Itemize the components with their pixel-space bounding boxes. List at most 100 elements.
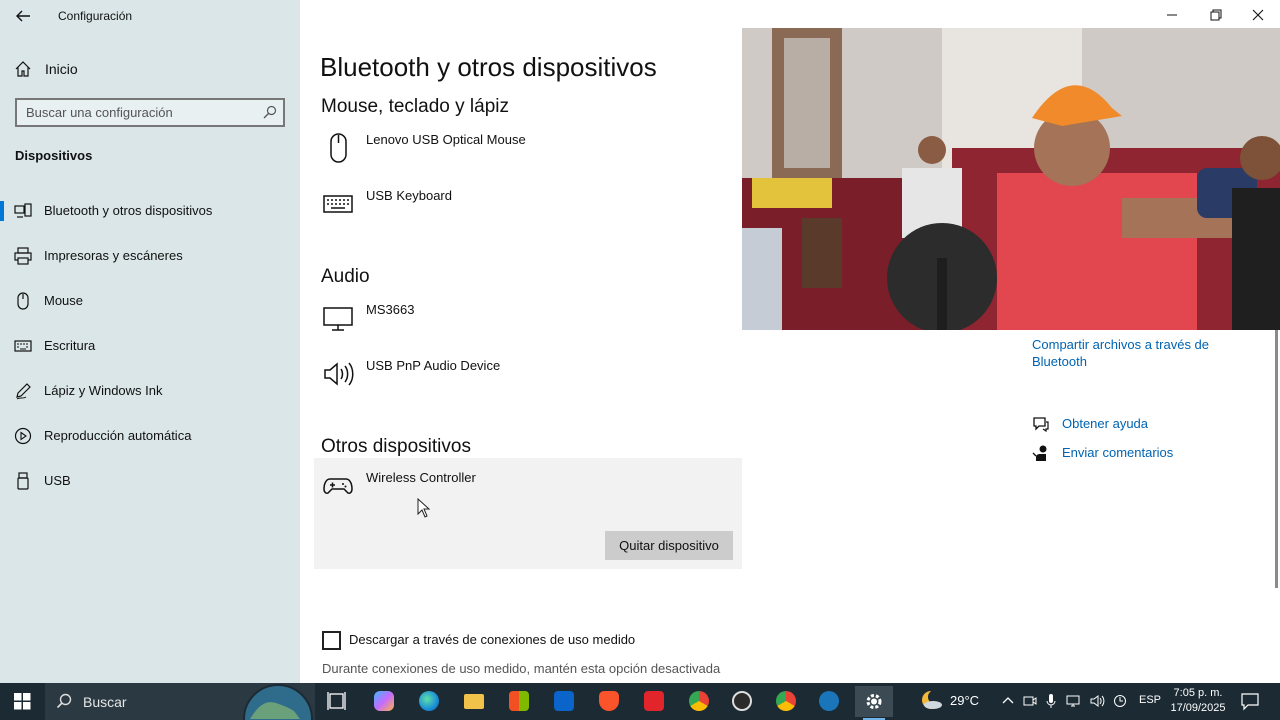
taskbar-app-copilot[interactable] xyxy=(365,686,403,717)
device-item-selected[interactable]: Wireless Controller Quitar dispositivo xyxy=(314,458,742,569)
mouse-cursor-icon xyxy=(417,498,431,518)
input-language[interactable]: ESP xyxy=(1139,694,1161,706)
device-item[interactable]: Lenovo USB Optical Mouse xyxy=(314,128,742,182)
remove-device-button[interactable]: Quitar dispositivo xyxy=(605,531,733,560)
sidebar-item-autoplay[interactable]: Reproducción automática xyxy=(0,416,300,456)
taskbar-app-steam[interactable] xyxy=(810,686,848,717)
search-input[interactable] xyxy=(17,100,252,125)
taskbar: Buscar 29°C ESP 7:05 p. m. 17/09/2025 xyxy=(0,683,1280,720)
taskbar-app-edge[interactable] xyxy=(410,686,448,717)
edge-icon xyxy=(419,691,439,711)
chrome-icon xyxy=(689,691,709,711)
vertical-scrollbar[interactable] xyxy=(1275,330,1278,588)
page-title: Bluetooth y otros dispositivos xyxy=(320,52,657,82)
search-icon[interactable] xyxy=(263,105,277,119)
sidebar-item-label: Bluetooth y otros dispositivos xyxy=(44,203,213,218)
metered-checkbox[interactable] xyxy=(322,631,341,650)
taskbar-app-chrome-2[interactable] xyxy=(767,686,805,717)
sidebar-item-label: Mouse xyxy=(44,293,84,308)
metered-checkbox-label: Descargar a través de conexiones de uso … xyxy=(349,632,636,647)
sidebar-item-usb[interactable]: USB xyxy=(0,461,300,501)
mouse-icon xyxy=(330,133,347,163)
chevron-up-icon[interactable] xyxy=(1000,693,1016,709)
metered-description: Durante conexiones de uso medido, mantén… xyxy=(322,661,721,676)
usb-icon xyxy=(17,472,29,490)
feedback-icon xyxy=(1032,445,1047,461)
weather-widget[interactable]: 29°C xyxy=(916,683,984,720)
search-icon xyxy=(56,693,72,709)
bluetooth-icon xyxy=(14,203,32,218)
close-icon xyxy=(1252,9,1264,21)
sidebar-item-typing[interactable]: Escritura xyxy=(0,326,300,366)
device-item[interactable]: USB Keyboard xyxy=(314,184,742,238)
app-title: Configuración xyxy=(58,9,133,23)
title-bar-left: Configuración xyxy=(0,0,300,32)
clock-date: 17/09/2025 xyxy=(1170,702,1226,714)
taskbar-app-wps[interactable] xyxy=(635,686,673,717)
taskbar-app-file-explorer[interactable] xyxy=(455,686,493,717)
device-name: Lenovo USB Optical Mouse xyxy=(366,132,526,147)
taskbar-app-brave[interactable] xyxy=(590,686,628,717)
share-bluetooth-link[interactable]: Compartir archivos a través de Bluetooth xyxy=(1032,336,1232,370)
search-highlight-globe-icon xyxy=(240,683,315,720)
volume-icon[interactable] xyxy=(1089,693,1105,709)
settings-sidebar: Configuración Inicio Dispositivos Blueto… xyxy=(0,0,300,683)
sidebar-item-pen[interactable]: Lápiz y Windows Ink xyxy=(0,371,300,411)
pen-icon xyxy=(16,383,31,400)
sidebar-home[interactable]: Inicio xyxy=(0,52,300,86)
notification-icon[interactable] xyxy=(1240,691,1260,711)
keyboard-icon xyxy=(323,195,353,213)
microphone-icon[interactable] xyxy=(1043,693,1059,709)
get-help-label: Obtener ayuda xyxy=(1062,416,1149,431)
taskbar-app-store[interactable] xyxy=(500,686,538,717)
restore-button[interactable] xyxy=(1194,0,1238,30)
folder-icon xyxy=(464,694,484,709)
feedback-label: Enviar comentarios xyxy=(1062,445,1174,460)
device-item[interactable]: MS3663 xyxy=(314,298,742,352)
settings-search[interactable] xyxy=(15,98,285,127)
weather-moon-icon xyxy=(922,690,942,709)
taskbar-app-settings[interactable] xyxy=(855,686,893,720)
windows-logo-icon xyxy=(14,693,31,710)
device-name: USB PnP Audio Device xyxy=(366,358,501,373)
outlook-icon xyxy=(554,691,574,711)
sidebar-item-label: Escritura xyxy=(44,338,96,353)
sidebar-item-label: Lápiz y Windows Ink xyxy=(44,383,163,398)
weather-temp: 29°C xyxy=(950,693,980,708)
help-chat-icon xyxy=(1033,417,1049,433)
task-view-icon xyxy=(327,692,346,710)
sidebar-item-bluetooth[interactable]: Bluetooth y otros dispositivos xyxy=(0,191,300,231)
sidebar-item-label: Reproducción automática xyxy=(44,428,192,443)
camera-tray-icon[interactable] xyxy=(1022,693,1038,709)
webcam-overlay xyxy=(742,28,1280,330)
close-button[interactable] xyxy=(1236,0,1280,30)
restore-icon xyxy=(1210,9,1222,21)
taskbar-app-outlook[interactable] xyxy=(545,686,583,717)
taskbar-app-chrome[interactable] xyxy=(680,686,718,717)
sidebar-item-label: Impresoras y escáneres xyxy=(44,248,183,263)
sync-icon[interactable] xyxy=(1112,693,1128,709)
minimize-button[interactable] xyxy=(1150,0,1194,30)
sidebar-item-mouse[interactable]: Mouse xyxy=(0,281,300,321)
wps-office-icon xyxy=(644,691,664,711)
device-item[interactable]: USB PnP Audio Device xyxy=(314,354,742,408)
copilot-icon xyxy=(374,691,394,711)
store-icon xyxy=(509,691,529,711)
device-name: MS3663 xyxy=(366,302,415,317)
sidebar-item-printers[interactable]: Impresoras y escáneres xyxy=(0,236,300,276)
taskbar-clock[interactable]: 7:05 p. m. 17/09/2025 xyxy=(1168,686,1228,716)
home-icon xyxy=(15,61,31,77)
gamepad-icon xyxy=(323,478,353,494)
sidebar-item-label: USB xyxy=(44,473,71,488)
autoplay-icon xyxy=(14,427,32,445)
taskbar-app-obs[interactable] xyxy=(723,686,761,717)
network-icon[interactable] xyxy=(1066,693,1082,709)
speaker-icon xyxy=(324,362,354,386)
clock-time: 7:05 p. m. xyxy=(1173,687,1223,699)
start-button[interactable] xyxy=(0,683,45,720)
section-heading-other: Otros dispositivos xyxy=(321,436,471,457)
back-arrow-icon[interactable] xyxy=(12,5,34,27)
monitor-icon xyxy=(323,307,353,331)
section-heading-audio: Audio xyxy=(321,266,370,287)
taskbar-app-task-view[interactable] xyxy=(318,686,356,717)
